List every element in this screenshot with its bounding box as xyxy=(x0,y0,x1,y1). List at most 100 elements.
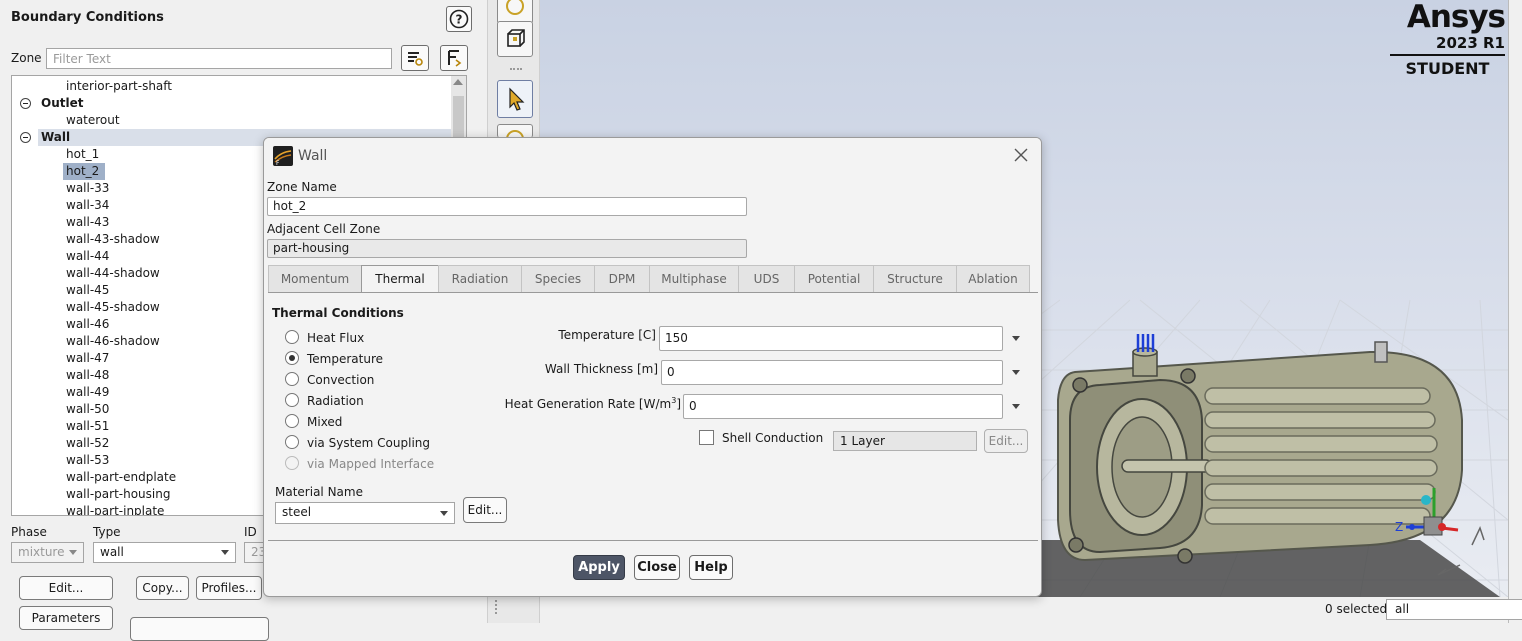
radio-button[interactable] xyxy=(285,372,299,386)
radio-button[interactable] xyxy=(285,330,299,344)
radio-label: Mixed xyxy=(307,415,343,429)
parameters-button[interactable]: Parameters xyxy=(19,606,113,630)
wall-thickness-label: Wall Thickness [m] xyxy=(544,362,658,376)
tab-radiation[interactable]: Radiation xyxy=(438,265,522,293)
radio-button[interactable] xyxy=(285,351,299,365)
tree-zone-row[interactable]: wall-49 xyxy=(63,384,109,401)
select-tool-button[interactable] xyxy=(497,80,533,118)
toolbar-grip xyxy=(495,600,501,614)
status-bar: 0 selected all xyxy=(540,597,1522,623)
copy-button[interactable]: Copy... xyxy=(136,576,189,600)
tab-potential[interactable]: Potential xyxy=(794,265,874,293)
material-edit-button[interactable]: Edit... xyxy=(463,497,507,523)
material-select[interactable]: steel xyxy=(275,502,455,524)
tree-row-label: wall-part-inplate xyxy=(66,504,165,516)
tree-zone-row[interactable]: wall-43-shadow xyxy=(63,231,160,248)
radio-button xyxy=(285,456,299,470)
filter-options-button[interactable] xyxy=(401,45,429,71)
right-toolbar xyxy=(1508,0,1522,623)
close-button[interactable]: Close xyxy=(634,555,680,580)
tree-zone-row[interactable]: wall-51 xyxy=(63,418,109,435)
scroll-up-icon[interactable] xyxy=(453,79,463,85)
zone-name-label: Zone Name xyxy=(267,180,337,194)
heat-generation-dropdown-icon[interactable] xyxy=(1012,404,1020,409)
help-dialog-button[interactable]: Help xyxy=(689,555,733,580)
chevron-down-icon xyxy=(221,550,229,555)
radio-button[interactable] xyxy=(285,393,299,407)
tree-zone-row[interactable]: wall-50 xyxy=(63,401,109,418)
heat-generation-input[interactable]: 0 xyxy=(683,394,1003,419)
zone-filter-input[interactable] xyxy=(46,48,392,69)
tree-row-label: wall-43 xyxy=(66,215,110,229)
tree-zone-row[interactable]: wall-45-shadow xyxy=(63,299,160,316)
tree-zone-row[interactable]: wall-part-housing xyxy=(63,486,170,503)
tab-ablation[interactable]: Ablation xyxy=(956,265,1030,293)
profiles-button[interactable]: Profiles... xyxy=(196,576,262,600)
tab-uds[interactable]: UDS xyxy=(738,265,795,293)
tab-structure[interactable]: Structure xyxy=(873,265,957,293)
tree-zone-row[interactable]: interior-part-shaft xyxy=(63,78,172,95)
tree-zone-row[interactable]: wall-44 xyxy=(63,248,109,265)
adjacent-cell-zone-label: Adjacent Cell Zone xyxy=(267,222,381,236)
tree-zone-row[interactable]: wall-45 xyxy=(63,282,109,299)
tree-zone-row[interactable]: wall-53 xyxy=(63,452,109,469)
tree-zone-row[interactable]: waterout xyxy=(63,112,120,129)
temperature-input[interactable]: 150 xyxy=(659,326,1003,351)
tree-zone-row[interactable]: hot_2 xyxy=(63,163,106,180)
tree-zone-row[interactable]: wall-48 xyxy=(63,367,109,384)
tree-zone-row[interactable]: wall-part-endplate xyxy=(63,469,176,486)
chevron-down-icon xyxy=(69,550,77,555)
tree-row-label: wall-43-shadow xyxy=(66,232,160,246)
selection-filter-select[interactable]: all xyxy=(1386,599,1522,620)
tree-zone-row[interactable]: wall-43 xyxy=(63,214,109,231)
operating-conditions-button[interactable] xyxy=(130,617,269,641)
tree-zone-row[interactable]: wall-34 xyxy=(63,197,109,214)
close-icon[interactable] xyxy=(1012,146,1030,164)
tree-row-label: wall-51 xyxy=(66,419,110,433)
filter-f-icon xyxy=(448,50,462,67)
shell-edit-button[interactable]: Edit... xyxy=(984,429,1028,453)
collapse-icon[interactable] xyxy=(20,132,31,143)
radio-button[interactable] xyxy=(285,414,299,428)
tab-momentum[interactable]: Momentum xyxy=(268,265,362,293)
tree-row-label: waterout xyxy=(66,113,120,127)
ansys-logo: Ansys 2023 R1 STUDENT xyxy=(1390,0,1506,78)
tab-dpm[interactable]: DPM xyxy=(594,265,650,293)
tab-species[interactable]: Species xyxy=(521,265,595,293)
tree-group-row[interactable]: Outlet xyxy=(38,95,83,112)
temperature-dropdown-icon[interactable] xyxy=(1012,336,1020,341)
tab-thermal[interactable]: Thermal xyxy=(361,265,439,293)
collapse-icon[interactable] xyxy=(20,98,31,109)
fluent-app-icon: F xyxy=(273,146,293,166)
tree-zone-row[interactable]: wall-44-shadow xyxy=(63,265,160,282)
phase-select[interactable]: mixture xyxy=(11,542,84,563)
zoom-tool-button[interactable] xyxy=(497,124,533,140)
view-box-button[interactable] xyxy=(497,21,533,57)
tree-zone-row[interactable]: wall-33 xyxy=(63,180,109,197)
footer-separator xyxy=(268,540,1038,541)
zone-name-input[interactable]: hot_2 xyxy=(267,197,747,216)
type-select[interactable]: wall xyxy=(93,542,236,563)
apply-button[interactable]: Apply xyxy=(573,555,625,580)
radio-button[interactable] xyxy=(285,435,299,449)
filter-toggle-button[interactable] xyxy=(440,45,468,71)
tree-row-label: wall-part-housing xyxy=(66,487,171,501)
tree-zone-row[interactable]: wall-47 xyxy=(63,350,109,367)
tree-zone-row[interactable]: wall-46 xyxy=(63,316,109,333)
shell-conduction-checkbox[interactable] xyxy=(699,430,714,445)
help-button[interactable]: ? xyxy=(446,6,472,32)
wall-thickness-input[interactable]: 0 xyxy=(661,360,1003,385)
tree-row-label: wall-52 xyxy=(66,436,110,450)
tree-zone-row[interactable]: wall-46-shadow xyxy=(63,333,160,350)
material-name-label: Material Name xyxy=(275,485,363,499)
wall-thickness-dropdown-icon[interactable] xyxy=(1012,370,1020,375)
tree-zone-row[interactable]: wall-part-inplate xyxy=(63,503,165,516)
tree-row-label: wall-46-shadow xyxy=(66,334,160,348)
tab-multiphase[interactable]: Multiphase xyxy=(649,265,739,293)
dialog-titlebar[interactable]: F Wall xyxy=(264,138,1041,172)
tree-zone-row[interactable]: hot_1 xyxy=(63,146,99,163)
tree-row-label: wall-part-endplate xyxy=(66,470,177,484)
edit-button[interactable]: Edit... xyxy=(19,576,113,600)
tree-zone-row[interactable]: wall-52 xyxy=(63,435,109,452)
temperature-label: Temperature [C] xyxy=(558,328,656,342)
